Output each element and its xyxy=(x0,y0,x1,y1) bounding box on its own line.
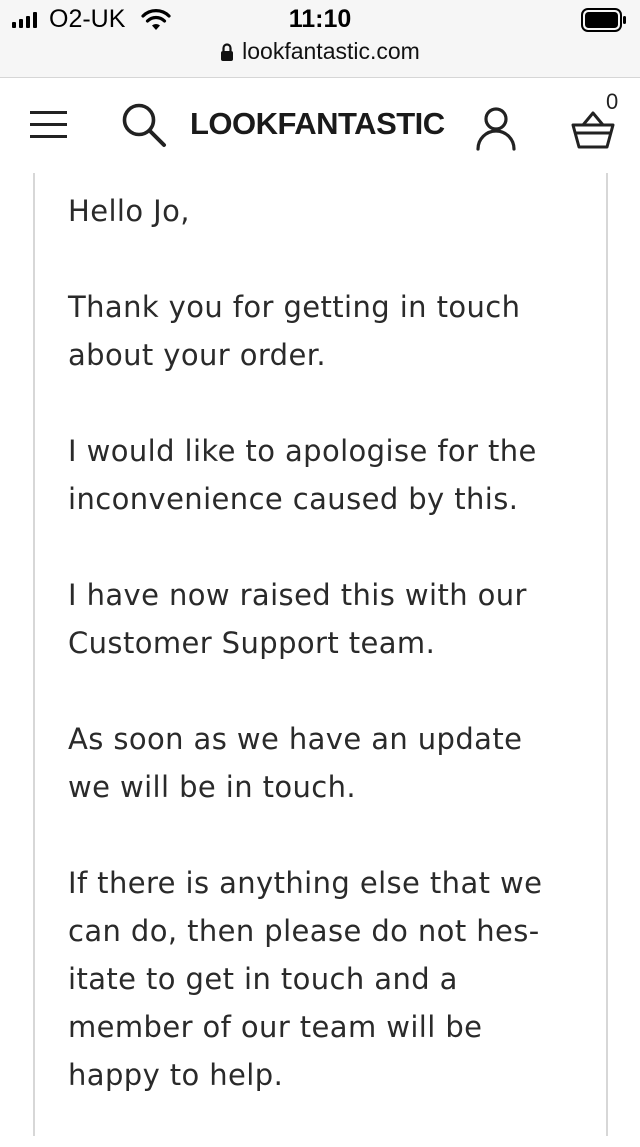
site-header: LOOKFANTASTIC 0 xyxy=(0,79,640,173)
message-paragraph: If there is anything else that we can do… xyxy=(68,866,543,1092)
message-paragraph: As soon as we have an update we will be … xyxy=(68,722,523,804)
battery-icon xyxy=(581,8,626,32)
url-bar[interactable]: lookfantastic.com xyxy=(0,38,640,65)
hamburger-menu-icon[interactable] xyxy=(30,111,67,139)
browser-status-bar: O2-UK 11:10 lookfantastic.com xyxy=(0,0,640,78)
message-panel: Hello Jo, Thank you for getting in touch… xyxy=(33,173,608,1136)
basket-icon[interactable] xyxy=(570,109,616,151)
account-icon[interactable] xyxy=(474,105,518,153)
message-body: Hello Jo, Thank you for getting in touch… xyxy=(68,187,598,1147)
search-icon[interactable] xyxy=(120,101,170,151)
message-paragraph: I would like to apologise for the inconv… xyxy=(68,434,537,516)
status-time: 11:10 xyxy=(288,5,352,33)
message-greeting: Hello Jo, xyxy=(68,194,190,228)
url-text[interactable]: lookfantastic.com xyxy=(242,38,420,65)
message-paragraph: Thank you for getting in touch about you… xyxy=(68,290,521,372)
basket-count-badge: 0 xyxy=(606,89,619,114)
message-paragraph: I have now raised this with our Customer… xyxy=(68,578,527,660)
lock-icon xyxy=(221,42,234,61)
site-logo[interactable]: LOOKFANTASTIC xyxy=(190,106,445,142)
